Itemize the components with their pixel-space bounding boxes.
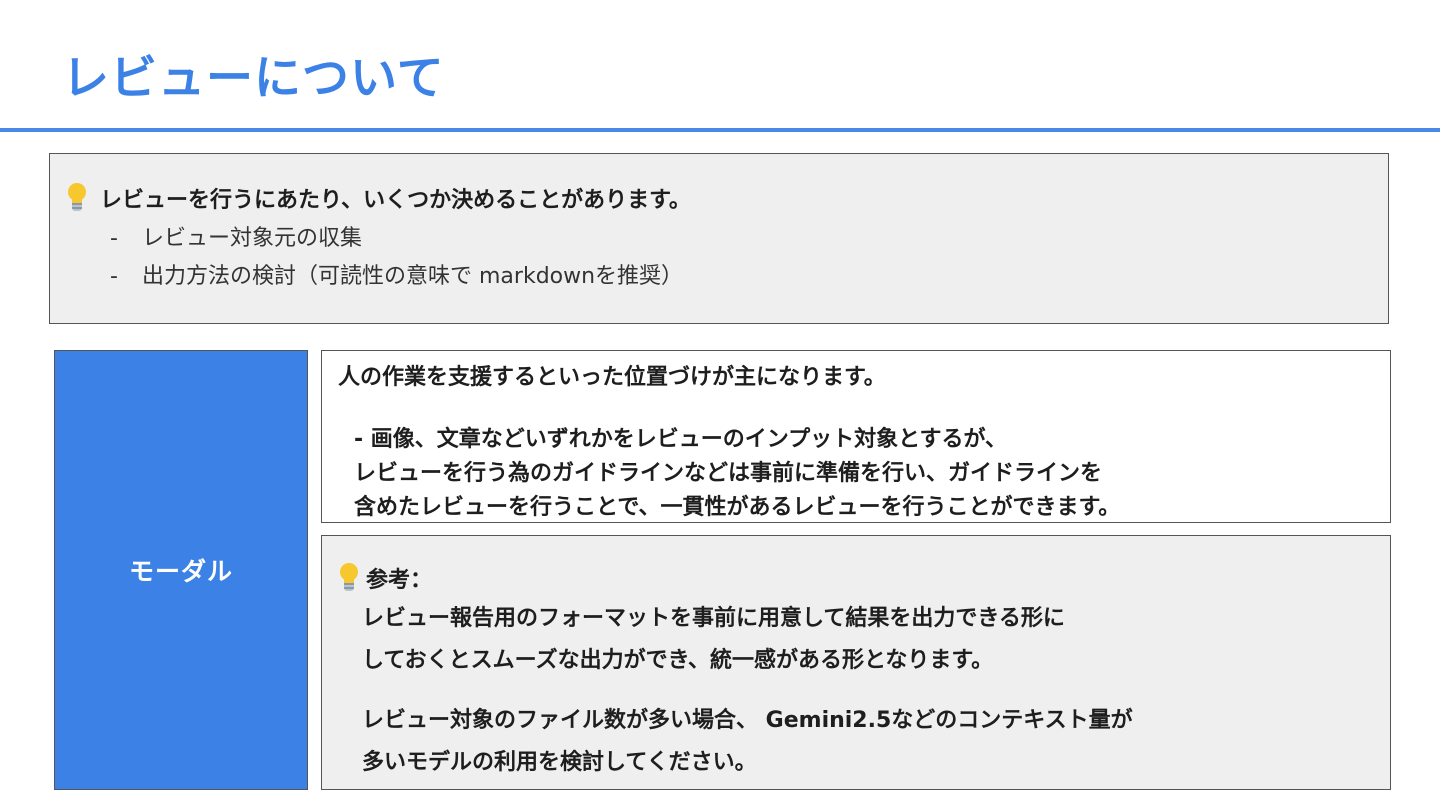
reference-heading-row: 参考： — [338, 562, 432, 594]
reference-heading: 参考： — [366, 568, 433, 593]
model-label: モーダル — [128, 557, 233, 586]
description-body: - 画像、文章などいずれかをレビューのインプット対象とするが、 レビューを行う為… — [354, 423, 1120, 525]
reference-line: レビュー報告用のフォーマットを事前に用意して結果を出力できる形に — [362, 606, 1065, 631]
lightbulb-icon — [338, 563, 360, 593]
list-item-text: 出力方法の検討（可読性の意味で markdownを推奨） — [142, 264, 684, 289]
list-item-text: レビュー対象元の収集 — [142, 226, 363, 251]
slide: レビューについて レビューを行うにあたり、いくつか決めることがあります。 - レビ… — [0, 0, 1440, 810]
description-box: 人の作業を支援するといった位置づけが主になります。 - 画像、文章などいずれかを… — [321, 350, 1391, 523]
list-item: - レビュー対象元の収集 — [110, 220, 683, 258]
reference-box: 参考： レビュー報告用のフォーマットを事前に用意して結果を出力できる形に してお… — [321, 535, 1391, 790]
intro-heading-row: レビューを行うにあたり、いくつか決めることがあります。 — [66, 182, 691, 214]
reference-line: 多いモデルの利用を検討してください。 — [362, 750, 757, 775]
description-line: レビューを行う為のガイドラインなどは事前に準備を行い、ガイドラインを — [354, 461, 1103, 486]
list-dash: - — [110, 226, 118, 251]
model-label-box: モーダル — [54, 350, 308, 790]
title-divider — [0, 128, 1440, 132]
page-title: レビューについて — [62, 51, 445, 106]
intro-box: レビューを行うにあたり、いくつか決めることがあります。 - レビュー対象元の収集 … — [49, 153, 1389, 324]
description-line: 含めたレビューを行うことで、一貫性があるレビューを行うことができます。 — [354, 495, 1121, 520]
reference-body: レビュー報告用のフォーマットを事前に用意して結果を出力できる形に しておくとスム… — [362, 598, 1133, 784]
reference-line: レビュー対象のファイル数が多い場合、 Gemini2.5などのコンテキスト量が — [362, 708, 1133, 733]
description-line: - 画像、文章などいずれかをレビューのインプット対象とするが、 — [354, 427, 1008, 452]
list-item: - 出力方法の検討（可読性の意味で markdownを推奨） — [110, 258, 683, 296]
intro-heading: レビューを行うにあたり、いくつか決めることがあります。 — [100, 188, 691, 213]
description-heading: 人の作業を支援するといった位置づけが主になります。 — [338, 365, 886, 390]
intro-list: - レビュー対象元の収集 - 出力方法の検討（可読性の意味で markdownを推奨… — [110, 220, 683, 296]
reference-line: しておくとスムーズな出力ができ、統一感がある形となります。 — [362, 648, 994, 673]
list-dash: - — [110, 264, 118, 289]
lightbulb-icon — [66, 183, 88, 213]
